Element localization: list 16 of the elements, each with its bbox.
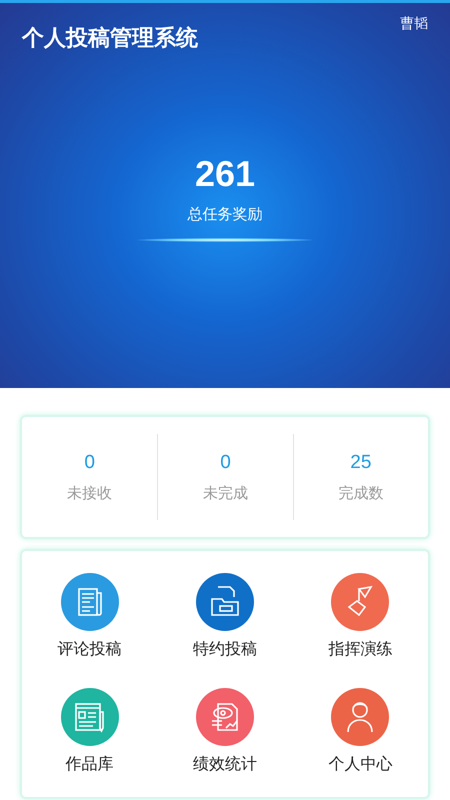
menu-item[interactable]: 评论投稿: [22, 559, 158, 674]
user-name[interactable]: 曹韬: [400, 15, 428, 33]
total-count: 261: [194, 153, 256, 195]
menu-item[interactable]: 个人中心: [292, 674, 428, 789]
menu-item[interactable]: 特约投稿: [157, 559, 293, 674]
stat-label: 未完成: [202, 484, 248, 502]
menu-item[interactable]: 指挥演练: [292, 559, 428, 674]
menu-item[interactable]: 作品库: [22, 674, 158, 789]
stat-value: 25: [350, 452, 372, 474]
app-title: 个人投稿管理系统: [22, 25, 198, 53]
total-label: 总任务奖励: [188, 205, 262, 224]
stat-value: 0: [84, 452, 95, 474]
stat-value: 0: [220, 452, 231, 474]
stat-label: 未接收: [67, 484, 112, 502]
stat-label: 完成数: [338, 484, 384, 502]
menu-item[interactable]: 绩效统计: [157, 674, 293, 789]
